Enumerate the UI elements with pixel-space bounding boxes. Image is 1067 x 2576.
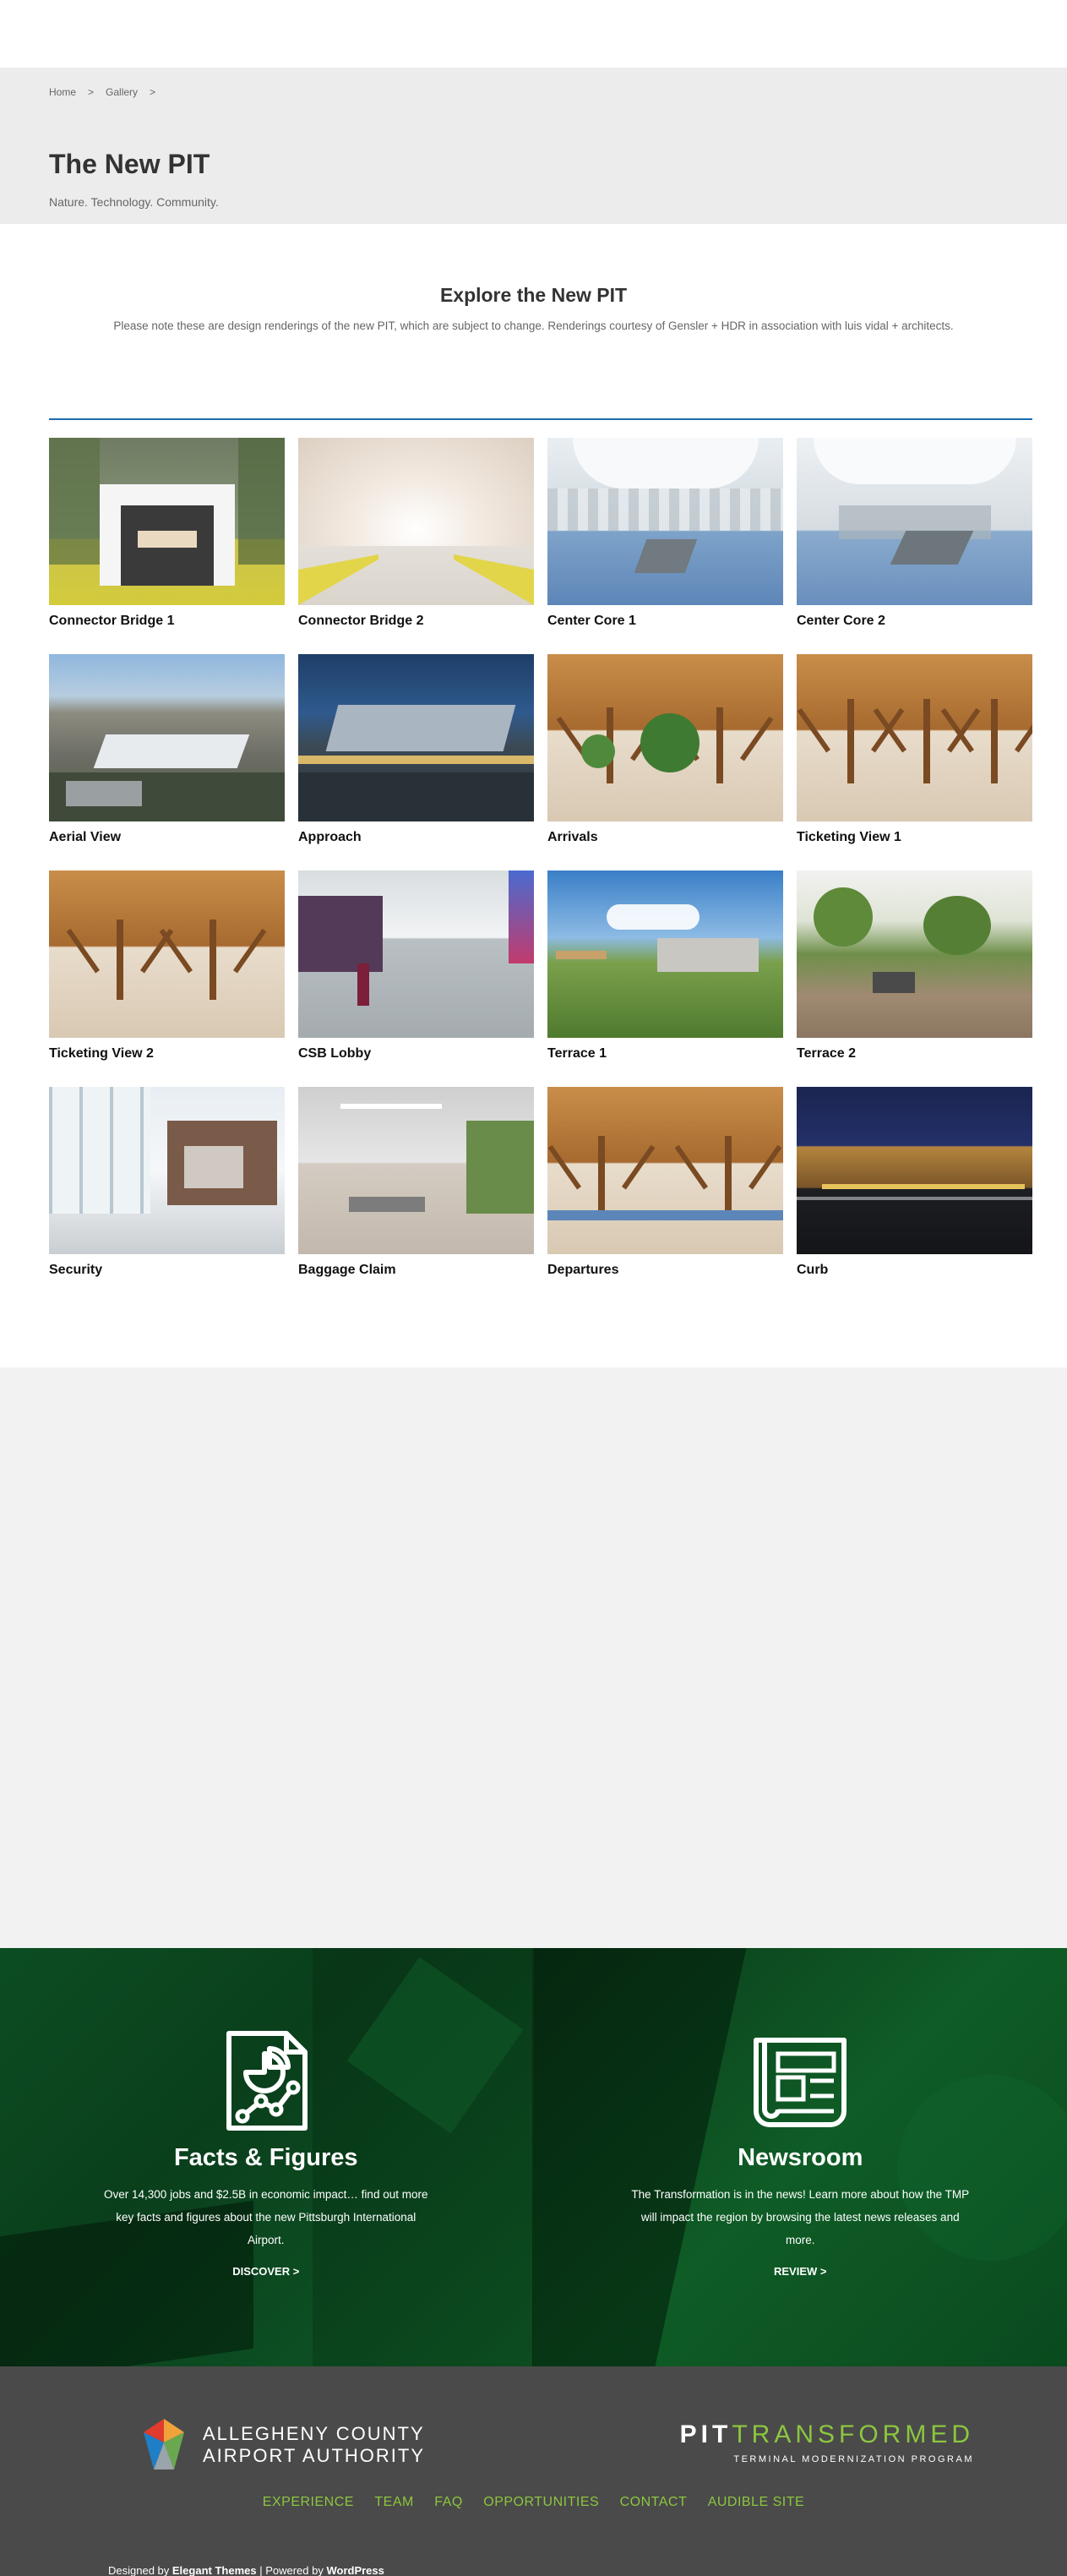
footer-link-audible-site[interactable]: AUDIBLE SITE bbox=[708, 2495, 804, 2509]
gallery-caption: Approach bbox=[298, 830, 362, 844]
chart-document-icon bbox=[226, 2031, 308, 2131]
pit-logo-subtitle: TERMINAL MODERNIZATION PROGRAM bbox=[733, 2454, 974, 2464]
breadcrumb: Home > Gallery > bbox=[49, 86, 167, 98]
gallery-item[interactable]: Connector Bridge 2 bbox=[298, 438, 534, 629]
center-core-2-image[interactable] bbox=[797, 438, 1032, 605]
acaa-mark-icon bbox=[144, 2419, 184, 2470]
terrace-2-image[interactable] bbox=[797, 870, 1032, 1038]
gallery-caption: Center Core 1 bbox=[547, 614, 636, 628]
credits-mid: | Powered by bbox=[256, 2564, 327, 2576]
section-divider bbox=[49, 418, 1032, 420]
gallery-caption: Curb bbox=[797, 1263, 829, 1277]
acaa-logo[interactable]: ALLEGHENY COUNTY AIRPORT AUTHORITY bbox=[142, 2417, 425, 2473]
wordpress-link[interactable]: WordPress bbox=[326, 2564, 384, 2576]
footer-link-faq[interactable]: FAQ bbox=[434, 2495, 463, 2509]
gallery-caption: Ticketing View 2 bbox=[49, 1046, 154, 1061]
gallery-caption: Terrace 1 bbox=[547, 1046, 607, 1061]
top-header bbox=[0, 0, 1067, 68]
gallery-disclaimer: Please note these are design renderings … bbox=[113, 319, 954, 332]
ticketing-view-1-image[interactable] bbox=[797, 654, 1032, 821]
aerial-view-image[interactable] bbox=[49, 654, 285, 821]
footer-link-team[interactable]: TEAM bbox=[374, 2495, 413, 2509]
breadcrumb-home-link[interactable]: Home bbox=[49, 86, 76, 98]
discover-link[interactable]: DISCOVER > bbox=[0, 2265, 532, 2278]
newsroom-text: The Transformation is in the news! Learn… bbox=[631, 2188, 970, 2246]
newspaper-icon bbox=[754, 2038, 847, 2127]
ticketing-view-2-image[interactable] bbox=[49, 870, 285, 1038]
gallery-item[interactable]: CSB Lobby bbox=[298, 870, 534, 1062]
gallery-item[interactable]: Terrace 1 bbox=[547, 870, 783, 1062]
curb-image[interactable] bbox=[797, 1087, 1032, 1254]
cta-band: Facts & Figures Over 14,300 jobs and $2.… bbox=[0, 1948, 1067, 2366]
gallery-item[interactable]: Security bbox=[49, 1087, 285, 1278]
facts-figures-panel: Facts & Figures Over 14,300 jobs and $2.… bbox=[0, 1948, 534, 2366]
gallery-caption: Security bbox=[49, 1263, 103, 1277]
pit-logo-strong: PIT bbox=[679, 2420, 732, 2448]
gallery-item[interactable]: Approach bbox=[298, 654, 534, 845]
center-core-1-image[interactable] bbox=[547, 438, 783, 605]
gallery-item[interactable]: Curb bbox=[797, 1087, 1032, 1278]
page-hero: Home > Gallery > The New PIT Nature. Tec… bbox=[0, 68, 1067, 224]
terrace-1-image[interactable] bbox=[547, 870, 783, 1038]
facts-figures-text: Over 14,300 jobs and $2.5B in economic i… bbox=[104, 2188, 428, 2246]
footer-nav: EXPERIENCE TEAM FAQ OPPORTUNITIES CONTAC… bbox=[0, 2495, 1067, 2510]
review-link[interactable]: REVIEW > bbox=[534, 2265, 1067, 2278]
footer-link-experience[interactable]: EXPERIENCE bbox=[263, 2495, 354, 2509]
gallery-item[interactable]: Ticketing View 1 bbox=[797, 654, 1032, 845]
gallery-caption: Center Core 2 bbox=[797, 614, 885, 628]
gallery-item[interactable]: Ticketing View 2 bbox=[49, 870, 285, 1062]
site-footer: ALLEGHENY COUNTY AIRPORT AUTHORITY PITTR… bbox=[0, 2366, 1067, 2576]
footer-link-opportunities[interactable]: OPPORTUNITIES bbox=[483, 2495, 599, 2509]
baggage-claim-image[interactable] bbox=[298, 1087, 534, 1254]
gallery-caption: Aerial View bbox=[49, 830, 122, 844]
gallery-caption: CSB Lobby bbox=[298, 1046, 372, 1061]
arrivals-image[interactable] bbox=[547, 654, 783, 821]
gallery-item[interactable]: Baggage Claim bbox=[298, 1087, 534, 1278]
gallery-heading: Explore the New PIT bbox=[439, 284, 628, 306]
page-tagline: Nature. Technology. Community. bbox=[49, 195, 219, 209]
breadcrumb-separator: > bbox=[88, 86, 95, 98]
gallery-item[interactable]: Terrace 2 bbox=[797, 870, 1032, 1062]
breadcrumb-separator: > bbox=[150, 86, 156, 98]
newsroom-title: Newsroom bbox=[738, 2144, 863, 2171]
acaa-logo-line2: AIRPORT AUTHORITY bbox=[203, 2445, 426, 2466]
security-image[interactable] bbox=[49, 1087, 285, 1254]
footer-link-contact[interactable]: CONTACT bbox=[620, 2495, 688, 2509]
gallery-caption: Connector Bridge 2 bbox=[298, 614, 424, 628]
csb-lobby-image[interactable] bbox=[298, 870, 534, 1038]
gallery-caption: Baggage Claim bbox=[298, 1263, 396, 1277]
gallery-caption: Departures bbox=[547, 1263, 619, 1277]
approach-image[interactable] bbox=[298, 654, 534, 821]
page-title: The New PIT bbox=[49, 149, 210, 179]
gallery-caption: Terrace 2 bbox=[797, 1046, 856, 1061]
gallery-caption: Connector Bridge 1 bbox=[49, 614, 175, 628]
gallery-item[interactable]: Center Core 1 bbox=[547, 438, 783, 629]
departures-image[interactable] bbox=[547, 1087, 783, 1254]
connector-bridge-2-image[interactable] bbox=[298, 438, 534, 605]
pit-transformed-logo[interactable]: PITTRANSFORMED TERMINAL MODERNIZATION PR… bbox=[680, 2420, 974, 2464]
credits-prefix: Designed by bbox=[108, 2564, 172, 2576]
gallery-item[interactable]: Departures bbox=[547, 1087, 783, 1278]
newsroom-panel: Newsroom The Transformation is in the ne… bbox=[533, 1948, 1067, 2366]
gallery-item[interactable]: Aerial View bbox=[49, 654, 285, 845]
breadcrumb-gallery-link[interactable]: Gallery bbox=[106, 86, 138, 98]
gallery-item[interactable]: Connector Bridge 1 bbox=[49, 438, 285, 629]
elegant-themes-link[interactable]: Elegant Themes bbox=[172, 2564, 257, 2576]
gallery-caption: Ticketing View 1 bbox=[797, 830, 901, 844]
gallery-caption: Arrivals bbox=[547, 830, 598, 844]
gallery-item[interactable]: Center Core 2 bbox=[797, 438, 1032, 629]
acaa-logo-line1: ALLEGHENY COUNTY bbox=[203, 2423, 425, 2444]
footer-credits: Designed by Elegant Themes | Powered by … bbox=[108, 2564, 384, 2576]
empty-section bbox=[0, 1367, 1067, 1948]
pit-logo-thin: TRANSFORMED bbox=[732, 2420, 974, 2448]
connector-bridge-1-image[interactable] bbox=[49, 438, 285, 605]
facts-figures-title: Facts & Figures bbox=[173, 2144, 358, 2171]
gallery-item[interactable]: Arrivals bbox=[547, 654, 783, 845]
